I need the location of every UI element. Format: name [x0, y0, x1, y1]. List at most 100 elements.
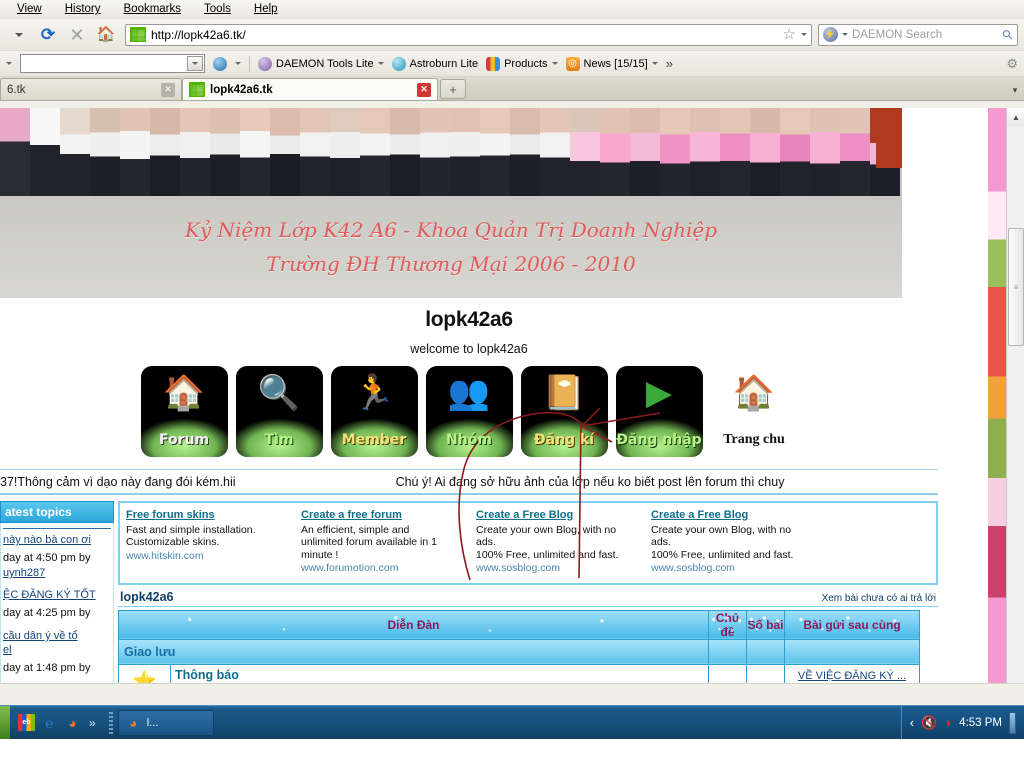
sidebar-topic-link-cont[interactable]: el	[3, 643, 111, 657]
tab-lopk42a6tk[interactable]: ░▒ lopk42a6.tk ✕	[182, 78, 438, 100]
chevron-down-icon[interactable]	[551, 62, 558, 65]
scroll-up-button[interactable]: ▲	[1007, 108, 1024, 126]
bookmark-daemon-tools-lite[interactable]: DAEMON Tools Lite	[258, 56, 384, 71]
sidebar-topic-time: day at 1:48 pm by	[3, 662, 91, 674]
volume-muted-icon[interactable]: 🔇	[921, 715, 937, 731]
nav-button-member[interactable]: 🏃 Member	[330, 366, 418, 457]
bookmarks-overflow-left-icon[interactable]	[6, 62, 12, 65]
sidebar-topic-meta: day at 1:48 pm by	[3, 657, 111, 684]
nav-button-dangki[interactable]: 📔 Đăng kí	[520, 366, 608, 457]
go-dropdown-icon[interactable]	[235, 62, 241, 65]
tray-app-icon[interactable]: ◖	[944, 715, 952, 730]
vertical-scrollbar-thumb[interactable]: ≡	[1008, 228, 1024, 346]
nav-button-trangchu[interactable]: 🏠 Trang chu	[710, 366, 798, 457]
firefox-icon[interactable]: ◕	[64, 714, 81, 731]
chevron-down-icon[interactable]	[187, 56, 203, 71]
addon-status-icon[interactable]: ⚙	[1006, 56, 1018, 72]
forum-link[interactable]: Thông báo	[175, 668, 239, 682]
reload-icon: ⟳	[40, 25, 56, 44]
nav-button-dangnhap[interactable]: ▶ Đăng nhập	[615, 366, 703, 457]
url-dropdown-icon[interactable]	[801, 33, 807, 36]
sidebar-topic-author[interactable]: uynh287	[3, 566, 111, 580]
menu-item-tools[interactable]: Tools	[201, 2, 234, 16]
chevron-down-icon[interactable]	[377, 62, 384, 65]
nav-button-label: Tìm	[264, 432, 294, 448]
back-arrow-icon	[15, 32, 23, 37]
site-banner: Kỷ Niệm Lớp K42 A6 - Khoa Quản Trị Doanh…	[0, 108, 902, 298]
close-icon[interactable]: ✕	[417, 82, 431, 97]
ebay-icon[interactable]: eb	[18, 714, 35, 731]
sidebar-topic-link[interactable]: cầu dân ý về tổ	[3, 629, 111, 643]
ad-title[interactable]: Create a Free Blog	[651, 509, 816, 522]
ad-url[interactable]: www.sosblog.com	[476, 562, 641, 575]
ad-create-free-blog-1: Create a Free Blog Create your own Blog,…	[476, 509, 641, 575]
category-blank	[708, 638, 747, 665]
ad-title[interactable]: Create a free forum	[301, 509, 466, 522]
ad-title[interactable]: Free forum skins	[126, 509, 291, 522]
search-input[interactable]: DAEMON Search	[852, 29, 999, 41]
menu-item-history[interactable]: History	[62, 2, 104, 16]
column-header-forum: Diễn Đàn	[118, 609, 709, 640]
bookmark-astroburn-lite[interactable]: Astroburn Lite	[391, 56, 478, 71]
bookmark-news-feed[interactable]: ◎ News [15/15]	[565, 56, 658, 71]
show-desktop-button[interactable]	[1009, 711, 1016, 734]
advertisement-box: Free forum skins Fast and simple install…	[118, 501, 938, 585]
tab-label: 6.tk	[7, 83, 26, 96]
marquee-text-left: 37!Thông cảm vì dạo này đang đói kém.hii	[0, 474, 236, 489]
taskbar-window-firefox[interactable]: ◕ l...	[117, 709, 214, 736]
search-engine-dropdown-icon[interactable]	[842, 33, 848, 36]
new-tab-button[interactable]: +	[440, 79, 466, 99]
internet-explorer-icon[interactable]: ℮	[41, 714, 58, 731]
home-button[interactable]: 🏠	[93, 22, 119, 48]
menu-item-help-label: Help	[253, 3, 278, 15]
announcement-marquee: 37!Thông cảm vì dạo này đang đói kém.hii…	[0, 469, 938, 495]
ad-line: 100% Free, unlimited and fast.	[476, 548, 619, 561]
reload-button[interactable]: ⟳	[35, 22, 61, 48]
forum-header-row: lopk42a6 Xem bài chưa có ai trả lời	[118, 585, 938, 607]
bookmark-products[interactable]: Products	[486, 56, 558, 71]
vertical-scrollbar[interactable]: ▲ ≡ ▼	[1006, 108, 1024, 705]
menu-item-bookmarks[interactable]: Bookmarks	[121, 2, 185, 16]
back-button[interactable]	[6, 22, 32, 48]
bookmark-star-icon[interactable]: ☆	[783, 27, 796, 42]
ad-title[interactable]: Create a Free Blog	[476, 509, 641, 522]
menu-bar: View History Bookmarks Tools Help	[0, 0, 1024, 19]
site-favicon: ░▒	[189, 82, 205, 97]
menu-item-help[interactable]: Help	[251, 2, 281, 16]
nav-button-nhom[interactable]: 👥 Nhóm	[425, 366, 513, 457]
tray-expand-icon[interactable]: ‹	[910, 715, 914, 730]
nav-button-tim[interactable]: 🔍 Tìm	[235, 366, 323, 457]
search-magnifier-icon[interactable]: ⚲	[999, 25, 1017, 43]
sidebar-heading: atest topics	[0, 501, 114, 523]
url-bar[interactable]: ░▒ http://lopk42a6.tk/ ☆	[125, 23, 812, 46]
toolbar-combo-input[interactable]	[20, 54, 205, 73]
unanswered-posts-link[interactable]: Xem bài chưa có ai trả lời	[822, 593, 936, 604]
sidebar-topic-link[interactable]: ỆC ĐĂNG KÝ TỐT	[3, 588, 111, 602]
close-icon[interactable]: ✕	[161, 82, 175, 97]
ad-url[interactable]: www.hitskin.com	[126, 550, 291, 563]
menu-item-view-label: View	[17, 3, 42, 15]
member-person-icon: 🏃	[352, 374, 396, 412]
tab-6tk[interactable]: 6.tk ✕	[0, 78, 182, 100]
nav-button-forum[interactable]: 🏠 Forum	[140, 366, 228, 457]
go-globe-icon[interactable]	[213, 56, 227, 71]
page-title: lopk42a6	[425, 308, 513, 331]
daemon-search-engine-icon[interactable]: ⚡	[823, 27, 838, 42]
system-clock[interactable]: 4:53 PM	[959, 717, 1002, 729]
quick-launch-overflow-icon[interactable]: »	[89, 716, 96, 730]
ad-line: Create your own Blog, with no	[651, 523, 792, 536]
bookmarks-overflow-icon[interactable]: »	[666, 56, 673, 71]
ad-line: Fast and simple installation.	[126, 523, 256, 536]
stop-button[interactable]: ✕	[64, 22, 90, 48]
menu-item-view[interactable]: View	[14, 2, 45, 16]
taskbar-grip[interactable]	[108, 711, 113, 734]
sidebar-topic-link[interactable]: này nào bà con ơi	[3, 533, 111, 547]
tab-list-button[interactable]: ▾	[1006, 85, 1024, 100]
chevron-down-icon[interactable]	[651, 62, 658, 65]
start-button[interactable]	[0, 705, 10, 740]
last-post-link[interactable]: VỀ VIỆC ĐĂNG KÝ ...	[787, 670, 917, 682]
ad-url[interactable]: www.forumotion.com	[301, 562, 466, 575]
ad-url[interactable]: www.sosblog.com	[651, 562, 816, 575]
category-name[interactable]: Giao lưu	[118, 638, 709, 665]
search-bar[interactable]: ⚡ DAEMON Search ⚲	[818, 23, 1018, 46]
